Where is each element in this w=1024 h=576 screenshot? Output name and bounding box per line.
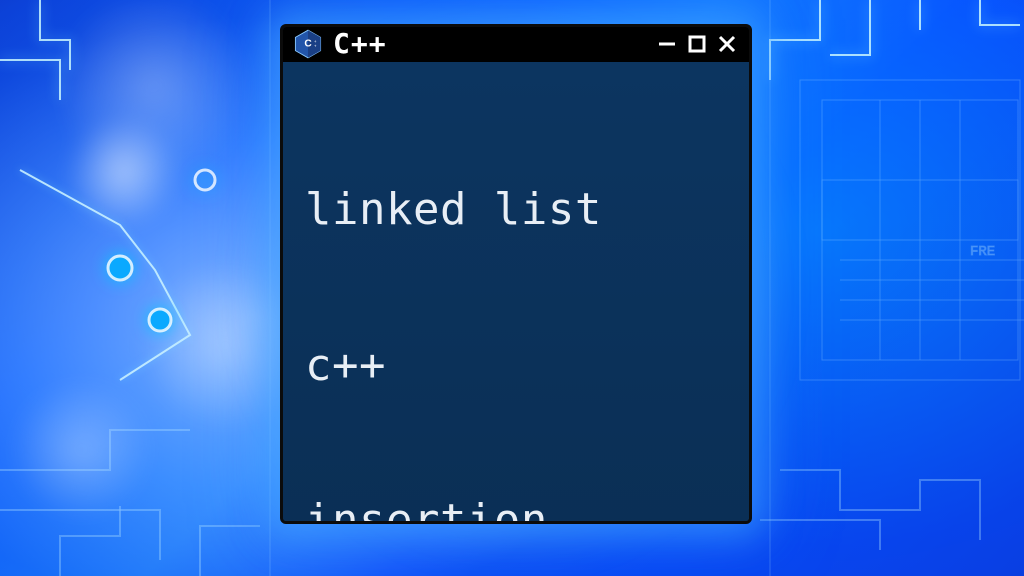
window-controls (655, 32, 739, 56)
content-line: linked list (305, 184, 727, 236)
cpp-logo-icon: C + + (293, 29, 323, 59)
window-content: linked list c++ insertion (283, 62, 749, 524)
svg-text:C: C (304, 38, 312, 49)
content-line: c++ (305, 340, 727, 392)
maximize-button[interactable] (685, 32, 709, 56)
close-button[interactable] (715, 32, 739, 56)
minimize-button[interactable] (655, 32, 679, 56)
window-title: C++ (333, 27, 387, 60)
content-line: insertion (305, 495, 727, 524)
window-titlebar: C + + C++ (283, 27, 749, 62)
code-window: C + + C++ linked list c++ insertion (280, 24, 752, 524)
